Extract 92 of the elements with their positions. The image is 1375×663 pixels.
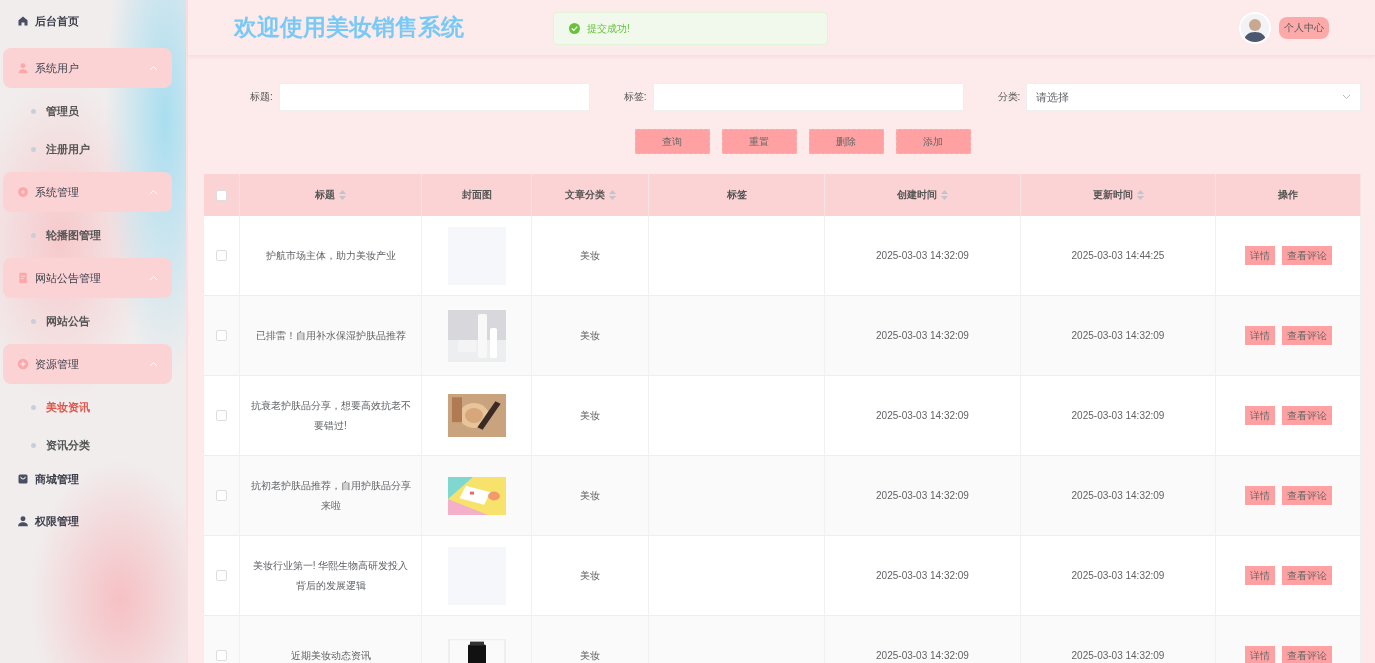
category-select[interactable]: 请选择 bbox=[1026, 83, 1361, 111]
column-header: 文章分类 bbox=[532, 174, 649, 216]
column-header: 操作 bbox=[1216, 174, 1361, 216]
submenu-item[interactable]: 管理员 bbox=[3, 92, 172, 130]
menu-item[interactable]: 资源管理 bbox=[3, 344, 172, 384]
row-action-button[interactable]: 详情 bbox=[1244, 566, 1275, 585]
row-action-button[interactable]: 查看评论 bbox=[1281, 326, 1332, 345]
checkbox[interactable] bbox=[216, 570, 227, 581]
table-cell: 2025-03-03 14:32:09 bbox=[1021, 376, 1216, 456]
row-action-button[interactable]: 查看评论 bbox=[1281, 406, 1332, 425]
table-cell: 抗初老护肤品推荐，自用护肤品分享来啦 bbox=[240, 456, 422, 536]
chevron-icon bbox=[149, 361, 158, 367]
checkbox[interactable] bbox=[216, 250, 227, 261]
row-action-button[interactable]: 查看评论 bbox=[1281, 486, 1332, 505]
table-cell: 2025-03-03 14:32:09 bbox=[825, 456, 1021, 536]
sort-icon bbox=[1136, 190, 1144, 200]
chevron-down-icon bbox=[1342, 94, 1351, 100]
filter-label: 标题: bbox=[250, 90, 273, 104]
table-cell: 2025-03-03 14:32:09 bbox=[825, 376, 1021, 456]
sort-icon bbox=[608, 190, 616, 200]
menu-item[interactable]: 商城管理 bbox=[3, 464, 172, 494]
table-cell: 美妆行业第一! 华熙生物高研发投入背后的发展逻辑 bbox=[240, 536, 422, 616]
column-header: 更新时间 bbox=[1021, 174, 1216, 216]
filter-label: 分类: bbox=[997, 90, 1021, 104]
action-button[interactable]: 删除 bbox=[808, 129, 884, 154]
table-cell: 近期美妆动态资讯 bbox=[240, 616, 422, 663]
row-action-button[interactable]: 详情 bbox=[1244, 406, 1275, 425]
menu-item[interactable]: 后台首页 bbox=[3, 6, 172, 36]
row-action-button[interactable]: 详情 bbox=[1244, 246, 1275, 265]
menu-item[interactable]: 网站公告管理 bbox=[3, 258, 172, 298]
user-icon bbox=[17, 515, 29, 527]
chevron-icon bbox=[149, 275, 158, 281]
checkbox[interactable] bbox=[216, 490, 227, 501]
submenu-item[interactable]: 网站公告 bbox=[3, 302, 172, 340]
submenu-item[interactable]: 资讯分类 bbox=[3, 426, 172, 464]
action-button[interactable]: 添加 bbox=[895, 129, 971, 154]
column-header: 标签 bbox=[649, 174, 825, 216]
chevron-icon bbox=[149, 65, 158, 71]
table-cell: 美妆 bbox=[532, 536, 649, 616]
checkbox[interactable] bbox=[216, 650, 227, 661]
table-cell: 2025-03-03 14:32:09 bbox=[1021, 616, 1216, 663]
checkbox[interactable] bbox=[216, 330, 227, 341]
table-cell: 抗衰老护肤品分享，想要高效抗老不要错过! bbox=[240, 376, 422, 456]
bag-icon bbox=[17, 473, 29, 485]
menu-item[interactable]: 系统用户 bbox=[3, 48, 172, 88]
row-action-button[interactable]: 详情 bbox=[1244, 646, 1275, 663]
avatar[interactable] bbox=[1239, 11, 1271, 44]
menu-item[interactable]: 权限管理 bbox=[3, 506, 172, 536]
table-cell: 2025-03-03 14:32:09 bbox=[1021, 296, 1216, 376]
sort-icon bbox=[339, 190, 346, 200]
table-cell: 美妆 bbox=[532, 616, 649, 663]
chevron-icon bbox=[149, 189, 158, 195]
submenu-item[interactable]: 美妆资讯 bbox=[3, 388, 172, 426]
table-cell: 2025-03-03 14:32:09 bbox=[825, 616, 1021, 663]
row-action-button[interactable]: 详情 bbox=[1244, 486, 1275, 505]
table-cell: 2025-03-03 14:32:09 bbox=[1021, 536, 1216, 616]
checkbox[interactable] bbox=[216, 189, 227, 201]
document-icon bbox=[17, 272, 29, 284]
submenu-item[interactable]: 轮播图管理 bbox=[3, 216, 172, 254]
table-cell: 美妆 bbox=[532, 456, 649, 536]
column-header: 标题 bbox=[240, 174, 422, 216]
table-cell: 2025-03-03 14:32:09 bbox=[1021, 456, 1216, 536]
user-icon bbox=[17, 62, 29, 74]
column-header: 创建时间 bbox=[825, 174, 1021, 216]
submenu-item[interactable]: 注册用户 bbox=[3, 130, 172, 168]
action-button[interactable]: 重置 bbox=[721, 129, 797, 154]
column-header: 封面图 bbox=[422, 174, 532, 216]
row-action-button[interactable]: 详情 bbox=[1244, 326, 1275, 345]
page-title: 欢迎使用美妆销售系统 bbox=[234, 13, 464, 42]
table-cell: 2025-03-03 14:32:09 bbox=[825, 216, 1021, 296]
table-cell: 美妆 bbox=[532, 216, 649, 296]
row-action-button[interactable]: 查看评论 bbox=[1281, 646, 1332, 663]
flower-icon bbox=[17, 186, 29, 198]
table-cell: 护航市场主体，助力美妆产业 bbox=[240, 216, 422, 296]
row-action-button[interactable]: 查看评论 bbox=[1281, 566, 1332, 585]
row-action-button[interactable]: 查看评论 bbox=[1281, 246, 1332, 265]
table-cell: 已排雷！自用补水保湿护肤品推荐 bbox=[240, 296, 422, 376]
checkbox[interactable] bbox=[216, 410, 227, 421]
home-icon bbox=[17, 15, 29, 27]
sparkle-icon bbox=[17, 358, 29, 370]
table-cell: 美妆 bbox=[532, 376, 649, 456]
table-cell: 2025-03-03 14:32:09 bbox=[825, 296, 1021, 376]
success-icon bbox=[569, 23, 580, 34]
table-cell: 2025-03-03 14:32:09 bbox=[825, 536, 1021, 616]
table-cell: 美妆 bbox=[532, 296, 649, 376]
sort-icon bbox=[941, 190, 948, 200]
success-toast: 提交成功! bbox=[553, 12, 828, 45]
filter-label: 标签: bbox=[623, 90, 647, 104]
action-button[interactable]: 查询 bbox=[634, 129, 710, 154]
profile-button[interactable]: 个人中心 bbox=[1279, 16, 1329, 39]
table-cell: 2025-03-03 14:44:25 bbox=[1021, 216, 1216, 296]
menu-item[interactable]: 系统管理 bbox=[3, 172, 172, 212]
